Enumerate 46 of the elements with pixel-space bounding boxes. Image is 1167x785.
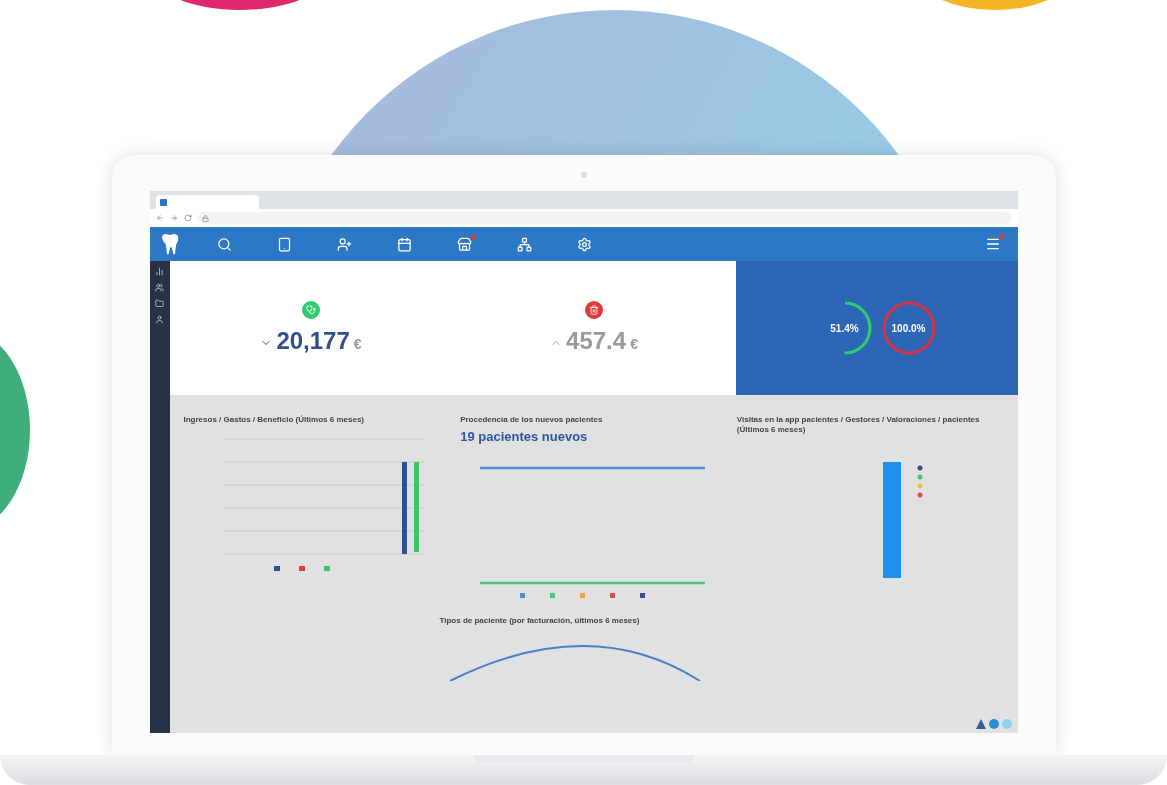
legend-swatch xyxy=(610,593,616,599)
ratio-value: 100.0% xyxy=(891,322,926,334)
back-icon xyxy=(155,214,164,222)
camera-dot xyxy=(580,172,587,178)
legend-swatch xyxy=(640,593,646,599)
menu-icon[interactable] xyxy=(984,236,1001,252)
legend-dot xyxy=(917,474,923,480)
chart-title: Ingresos / Gastos / Beneficio (Últimos 6 meses) xyxy=(183,415,365,426)
users-icon xyxy=(155,283,164,292)
notification-badge xyxy=(998,234,1004,239)
tooth-logo-icon xyxy=(159,233,180,255)
notification-badge xyxy=(470,234,476,240)
legend-swatch xyxy=(580,593,586,599)
chart-title: Procedencia de los nuevos pacientes xyxy=(460,415,604,426)
currency-unit: € xyxy=(353,336,362,352)
triangle-icon[interactable] xyxy=(975,719,986,729)
legend-dot xyxy=(917,483,923,489)
settings-icon[interactable] xyxy=(577,236,592,252)
user-plus-icon[interactable] xyxy=(337,236,352,252)
circle-icon[interactable] xyxy=(988,719,999,729)
stat-value: 20,177 xyxy=(276,327,350,355)
chart-headline: 19 pacientes nuevos xyxy=(460,429,589,445)
folder-icon xyxy=(155,299,164,308)
chart-icon xyxy=(155,267,164,276)
browser-tab[interactable] xyxy=(155,195,259,209)
tablet-icon[interactable] xyxy=(277,236,292,252)
ratio-value: 51.4% xyxy=(830,322,859,334)
legend-swatch xyxy=(298,566,305,572)
chart-title: Tipos de paciente (por facturación, últimos 6 meses) xyxy=(439,616,641,627)
store-icon[interactable] xyxy=(457,236,472,252)
user-icon xyxy=(155,315,164,324)
forward-icon xyxy=(169,214,178,222)
legend-dot xyxy=(917,492,923,498)
reload-icon xyxy=(183,214,192,222)
currency-unit: € xyxy=(630,336,638,352)
search-icon[interactable] xyxy=(217,236,232,252)
stat-value: 457.4 xyxy=(566,327,627,355)
legend-dot xyxy=(917,465,923,471)
legend-swatch xyxy=(273,566,280,572)
hierarchy-icon[interactable] xyxy=(517,236,532,252)
calendar-icon[interactable] xyxy=(397,236,412,252)
legend-swatch xyxy=(520,593,526,599)
legend-swatch xyxy=(323,566,330,572)
lock-icon xyxy=(201,214,209,222)
chart-title: Visitas en la app pacientes / Gestores / Valoraciones / pacientes (Últimos 6 meses) xyxy=(736,415,981,436)
legend-swatch xyxy=(550,593,556,599)
